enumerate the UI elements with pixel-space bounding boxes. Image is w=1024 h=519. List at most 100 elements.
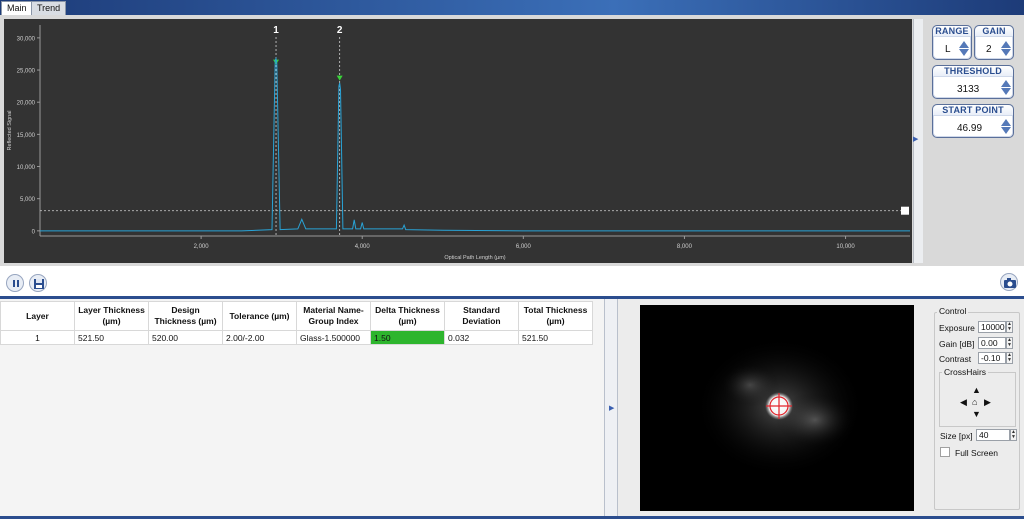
size-input[interactable]: 40: [976, 429, 1010, 441]
x-tick-label: 4,000: [355, 244, 371, 250]
x-tick-label: 2,000: [194, 244, 210, 250]
size-spinner[interactable]: ▲ ▼: [1010, 429, 1017, 441]
contrast-spinner[interactable]: ▲ ▼: [1006, 352, 1013, 364]
arrow-right-icon[interactable]: ▶: [984, 398, 991, 407]
x-tick-label: 10,000: [836, 244, 855, 250]
fullscreen-label: Full Screen: [955, 448, 998, 458]
range-down-icon[interactable]: [959, 49, 969, 56]
x-tick-label: 6,000: [516, 244, 532, 250]
gain-up-icon[interactable]: [1001, 41, 1011, 48]
y-tick-label: 10,000: [17, 165, 36, 171]
start-point-spinner[interactable]: [1001, 119, 1011, 134]
start-point-down-icon[interactable]: [1001, 127, 1011, 134]
y-tick-label: 25,000: [17, 69, 36, 75]
gain-down-icon[interactable]: [1001, 49, 1011, 56]
arrow-down-icon[interactable]: ▼: [972, 410, 981, 419]
table-cell: 1: [0, 330, 75, 345]
home-icon[interactable]: ⌂: [972, 398, 977, 407]
camera-icon: [1004, 278, 1016, 288]
table-header-row: Layer Layer Thickness (µm) Design Thickn…: [0, 301, 593, 331]
peak-marker-label: 2: [337, 25, 343, 36]
gain-db-input[interactable]: 0.00: [978, 337, 1006, 349]
expand-right-icon[interactable]: ▶: [913, 135, 918, 143]
app-window: Main Trend 0 5,000 10,000 15,000 20,000 25,00…: [0, 0, 1024, 519]
pause-icon: [13, 280, 19, 287]
signal-series-line: [40, 56, 910, 232]
threshold-handle: [901, 206, 909, 215]
y-axis-label: Reflected Signal: [7, 110, 13, 150]
table-cell: 521.50: [518, 330, 593, 345]
column-header[interactable]: Layer Thickness (µm): [74, 301, 149, 331]
peak-marker-label: 1: [273, 25, 279, 36]
table-row[interactable]: 1 521.50 520.00 2.00/-2.00 Glass-1.50000…: [0, 330, 593, 345]
threshold-title: THRESHOLD: [933, 66, 1013, 77]
contrast-input[interactable]: -0.10: [978, 352, 1006, 364]
table-cell: 520.00: [148, 330, 223, 345]
expand-right-icon[interactable]: ▶: [609, 404, 614, 412]
column-header[interactable]: Delta Thickness (µm): [370, 301, 445, 331]
threshold-spinner[interactable]: [1001, 80, 1011, 95]
fullscreen-checkbox[interactable]: [940, 447, 950, 457]
start-point-control: START POINT 46.99: [932, 104, 1014, 138]
y-tick-label: 30,000: [17, 36, 36, 42]
camera-image: [695, 337, 865, 477]
signal-panel: 0 5,000 10,000 15,000 20,000 25,000 30,000 2,00…: [0, 15, 1024, 266]
results-table: Layer Layer Thickness (µm) Design Thickn…: [0, 301, 593, 345]
gain-db-label: Gain [dB]: [939, 339, 975, 349]
column-header[interactable]: Standard Deviation: [444, 301, 519, 331]
results-table-panel: Layer Layer Thickness (µm) Design Thickn…: [0, 299, 604, 516]
gain-spinner[interactable]: [1001, 41, 1011, 56]
exposure-input[interactable]: 10000: [978, 321, 1006, 333]
y-tick-label: 20,000: [17, 101, 36, 107]
column-header[interactable]: Tolerance (µm): [222, 301, 297, 331]
range-spinner[interactable]: [959, 41, 969, 56]
range-up-icon[interactable]: [959, 41, 969, 48]
start-point-title: START POINT: [933, 105, 1013, 116]
arrow-left-icon[interactable]: ◀: [960, 398, 967, 407]
threshold-value: 3133: [957, 84, 980, 95]
save-icon: [34, 279, 44, 289]
arrow-up-icon[interactable]: ▲: [972, 386, 981, 395]
y-tick-label: 15,000: [17, 133, 36, 139]
contrast-label: Contrast: [939, 354, 972, 364]
x-axis-label: Optical Path Length (µm): [444, 255, 505, 261]
x-tick-label: 8,000: [677, 244, 693, 250]
tab-main[interactable]: Main: [1, 1, 33, 15]
column-header[interactable]: Layer: [0, 301, 75, 331]
range-control: RANGE L: [932, 25, 972, 60]
table-cell: 2.00/-2.00: [222, 330, 297, 345]
save-button[interactable]: [29, 274, 47, 292]
column-header[interactable]: Design Thickness (µm): [148, 301, 223, 331]
start-point-up-icon[interactable]: [1001, 119, 1011, 126]
peak-marker-arrow: [336, 75, 343, 81]
threshold-down-icon[interactable]: [1001, 88, 1011, 95]
start-point-value: 46.99: [957, 123, 983, 134]
panel-splitter[interactable]: ▶: [604, 299, 618, 516]
delta-thickness-cell: 1.50: [370, 330, 445, 345]
pause-button[interactable]: [6, 274, 24, 292]
threshold-up-icon[interactable]: [1001, 80, 1011, 87]
threshold-control: THRESHOLD 3133: [932, 65, 1014, 99]
exposure-label: Exposure: [939, 323, 975, 333]
camera-view[interactable]: [640, 305, 914, 511]
camera-control-title: Control: [937, 306, 969, 316]
range-value: L: [945, 44, 951, 55]
table-cell: 521.50: [74, 330, 149, 345]
range-title: RANGE: [933, 26, 971, 37]
y-tick-label: 0: [32, 229, 36, 235]
column-header[interactable]: Total Thickness (µm): [518, 301, 593, 331]
tab-trend[interactable]: Trend: [31, 1, 67, 15]
signal-chart[interactable]: 0 5,000 10,000 15,000 20,000 25,000 30,000 2,00…: [4, 19, 912, 263]
exposure-spinner[interactable]: ▲ ▼: [1006, 321, 1013, 333]
gain-control: GAIN 2: [974, 25, 1014, 60]
toolbar: [0, 266, 1024, 298]
signal-chart-svg: 0 5,000 10,000 15,000 20,000 25,000 30,000 2,00…: [7, 25, 910, 261]
gain-db-spinner[interactable]: ▲ ▼: [1006, 337, 1013, 349]
gain-title: GAIN: [975, 26, 1013, 37]
crosshairs-label: CrossHairs: [942, 367, 989, 377]
table-cell: 0.032: [444, 330, 519, 345]
camera-button[interactable]: [1000, 273, 1018, 291]
column-header[interactable]: Material Name-Group Index: [296, 301, 371, 331]
table-cell: Glass-1.500000: [296, 330, 371, 345]
size-label: Size [px]: [940, 431, 973, 441]
